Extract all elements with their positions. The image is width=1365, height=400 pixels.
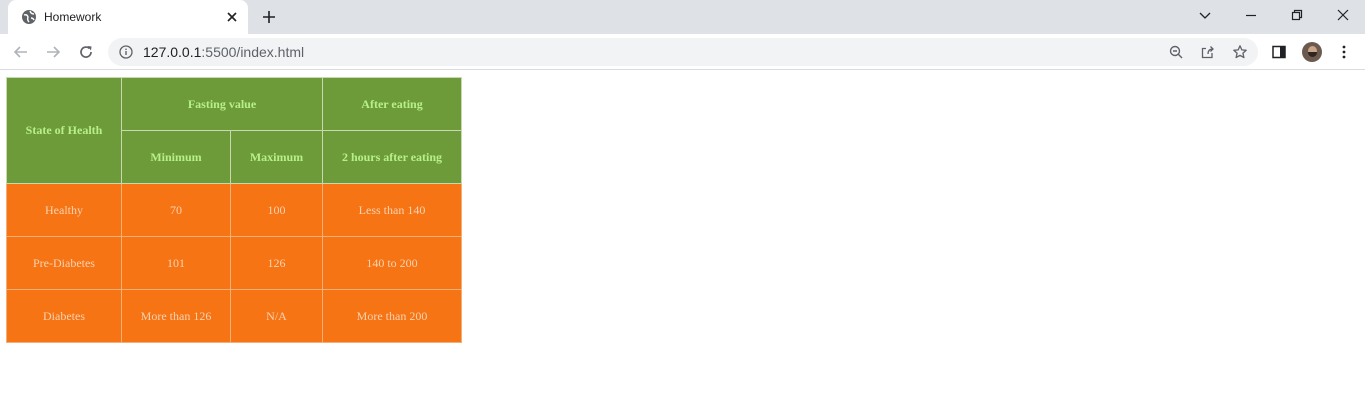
tab-strip: Homework [0,0,1365,34]
forward-icon[interactable] [44,43,62,61]
minimize-icon[interactable] [1243,7,1259,23]
table-cell: 101 [121,236,231,290]
bookmark-star-icon[interactable] [1232,44,1248,60]
blood-sugar-table: State of Health Fasting value After eati… [6,77,462,343]
header-maximum: Maximum [230,130,323,184]
header-minimum: Minimum [121,130,231,184]
new-tab-icon[interactable] [261,9,277,25]
site-info-icon[interactable] [119,45,133,59]
tab-search-icon[interactable] [1197,7,1213,23]
table-cell: N/A [230,289,323,343]
back-icon[interactable] [12,43,30,61]
side-panel-icon[interactable] [1271,44,1287,60]
tab-title: Homework [44,10,102,24]
close-window-icon[interactable] [1335,7,1351,23]
reload-icon[interactable] [77,43,95,61]
profile-avatar[interactable] [1302,42,1322,62]
table-cell: Healthy [6,183,122,237]
header-fasting-value: Fasting value [121,77,323,131]
table-cell: 70 [121,183,231,237]
header-two-hours: 2 hours after eating [322,130,462,184]
page-content: State of Health Fasting value After eati… [0,71,1365,400]
zoom-icon[interactable] [1168,44,1184,60]
browser-toolbar: 127.0.0.1:5500/index.html [0,34,1365,70]
avatar-beard [1308,52,1317,57]
menu-kebab-icon[interactable] [1336,44,1352,60]
table-row: Pre-Diabetes 101 126 140 to 200 [6,236,462,290]
table-cell: 140 to 200 [322,236,462,290]
header-row: State of Health Fasting value After eati… [6,77,462,184]
table-cell: More than 126 [121,289,231,343]
url-text[interactable]: 127.0.0.1:5500/index.html [143,44,304,60]
restore-icon[interactable] [1289,7,1305,23]
header-after-eating: After eating [322,77,462,131]
table-cell: 100 [230,183,323,237]
table-cell: Less than 140 [322,183,462,237]
table-cell: 126 [230,236,323,290]
url-path: :5500/index.html [201,44,305,60]
header-state-of-health: State of Health [6,77,122,184]
table-row: Diabetes More than 126 N/A More than 200 [6,289,462,343]
address-bar[interactable]: 127.0.0.1:5500/index.html [108,38,1258,66]
table-row: Healthy 70 100 Less than 140 [6,183,462,237]
close-tab-icon[interactable] [224,9,240,25]
table-cell: Pre-Diabetes [6,236,122,290]
globe-icon [22,10,36,24]
url-host: 127.0.0.1 [143,44,202,60]
share-icon[interactable] [1200,44,1216,60]
browser-tab[interactable]: Homework [8,0,248,34]
table-cell: Diabetes [6,289,122,343]
table-cell: More than 200 [322,289,462,343]
